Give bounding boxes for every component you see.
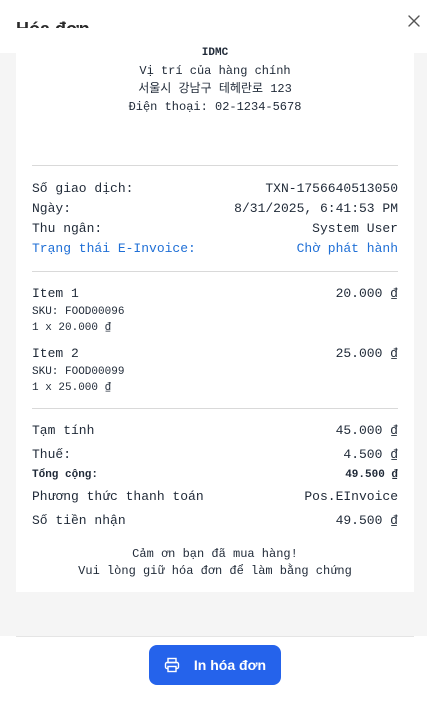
subtotal-row: Tạm tính 45.000 ₫ [32,422,398,440]
tax-label: Thuế: [32,447,72,462]
einvoice-status: Chờ phát hành [296,241,398,256]
store-name: IDMC [201,47,229,59]
item-sku: SKU: FOOD00096 [32,306,125,318]
item-name: Item 1 [32,286,79,301]
print-button[interactable]: In hóa đơn [149,645,281,685]
einvoice-row: Trạng thái E-Invoice: Chờ phát hành [32,240,398,258]
date-row: Ngày: 8/31/2025, 6:41:53 PM [32,200,398,218]
printer-icon [164,657,180,673]
store-header: IDMC Vị trí của hàng chính 서울시 강남구 테헤란로 … [16,45,414,115]
txn-row: Số giao dịch: TXN-1756640513050 [32,180,398,198]
item-name: Item 2 [32,346,79,361]
thank-you-note: Cảm ơn bạn đã mua hàng! Vui lòng giữ hóa… [16,546,414,580]
item-price: 20.000 ₫ [335,286,398,301]
store-phone: Điện thoại: 02-1234-5678 [128,100,302,114]
thanks-line: Vui lòng giữ hóa đơn để làm bằng chứng [78,564,352,578]
total-label: Tổng cộng: [32,469,99,481]
txn-label: Số giao dịch: [32,181,134,196]
store-address: 서울시 강남구 테헤란로 123 [138,82,292,96]
tax-value: 4.500 ₫ [343,447,398,462]
date-value: 8/31/2025, 6:41:53 PM [234,201,398,216]
payment-value: Pos.EInvoice [304,489,398,504]
item-sku: SKU: FOOD00099 [32,366,125,378]
received-row: Số tiền nhận 49.500 ₫ [32,512,398,530]
thanks-line: Cảm ơn bạn đã mua hàng! [132,547,298,561]
item-row: Item 2 25.000 ₫ [32,345,398,363]
close-icon [408,15,420,27]
cashier-row: Thu ngân: System User [32,220,398,238]
store-location: Vị trí của hàng chính [139,64,291,78]
subtotal-value: 45.000 ₫ [335,423,398,438]
divider [32,271,398,272]
date-label: Ngày: [32,201,72,216]
divider [32,408,398,409]
tax-row: Thuế: 4.500 ₫ [32,446,398,464]
receipt: IDMC Vị trí của hàng chính 서울시 강남구 테헤란로 … [16,28,414,592]
receipt-scroll-area[interactable]: IDMC Vị trí của hàng chính 서울시 강남구 테헤란로 … [0,28,427,636]
total-value: 49.500 ₫ [345,469,398,481]
item-qty: 1 x 25.000 ₫ [32,382,112,394]
cashier-value: System User [312,221,398,236]
txn-value: TXN-1756640513050 [265,181,398,196]
payment-label: Phương thức thanh toán [32,489,204,504]
item-price: 25.000 ₫ [335,346,398,361]
cashier-label: Thu ngân: [32,221,103,236]
subtotal-label: Tạm tính [32,423,95,438]
invoice-modal: Hóa đơn IDMC Vị trí của hàng chính 서울시 강… [0,0,427,703]
item-row: Item 1 20.000 ₫ [32,285,398,303]
item-qty: 1 x 20.000 ₫ [32,322,112,334]
footer-divider [16,636,414,637]
einvoice-label: Trạng thái E-Invoice: [32,241,196,256]
received-value: 49.500 ₫ [335,513,398,528]
divider [32,165,398,166]
received-label: Số tiền nhận [32,513,126,528]
print-button-label: In hóa đơn [193,657,267,673]
total-row: Tổng cộng: 49.500 ₫ [32,466,398,484]
payment-row: Phương thức thanh toán Pos.EInvoice [32,488,398,506]
